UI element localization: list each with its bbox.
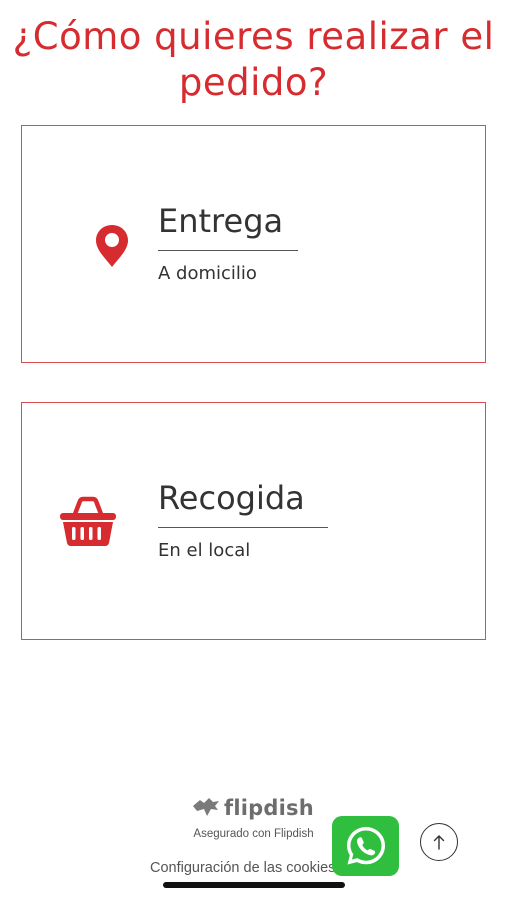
cookie-settings-link[interactable]: Configuración de las cookies: [150, 857, 336, 879]
pickup-option-card[interactable]: Recogida En el local: [21, 402, 486, 640]
whatsapp-button[interactable]: [332, 816, 399, 876]
whatsapp-icon: [347, 827, 385, 865]
flipdish-logo-icon: [193, 798, 219, 816]
shopping-basket-icon: [60, 496, 116, 546]
pickup-option-subtitle: En el local: [158, 540, 251, 561]
pickup-title-underline: [158, 527, 328, 528]
delivery-option-title: Entrega: [158, 202, 284, 240]
home-indicator: [163, 882, 345, 888]
map-pin-icon: [96, 225, 128, 267]
arrow-up-icon: [433, 835, 445, 850]
secured-by-text: Asegurado con Flipdish: [193, 828, 314, 840]
delivery-option-card[interactable]: Entrega A domicilio: [21, 125, 486, 363]
flipdish-brand: flipdish: [191, 794, 321, 822]
delivery-title-underline: [158, 250, 298, 251]
delivery-option-subtitle: A domicilio: [158, 263, 257, 284]
scroll-to-top-button[interactable]: [420, 823, 458, 861]
brand-name: flipdish: [224, 796, 314, 820]
pickup-option-title: Recogida: [158, 479, 305, 517]
page-title: ¿Cómo quieres realizar el pedido?: [12, 15, 495, 104]
